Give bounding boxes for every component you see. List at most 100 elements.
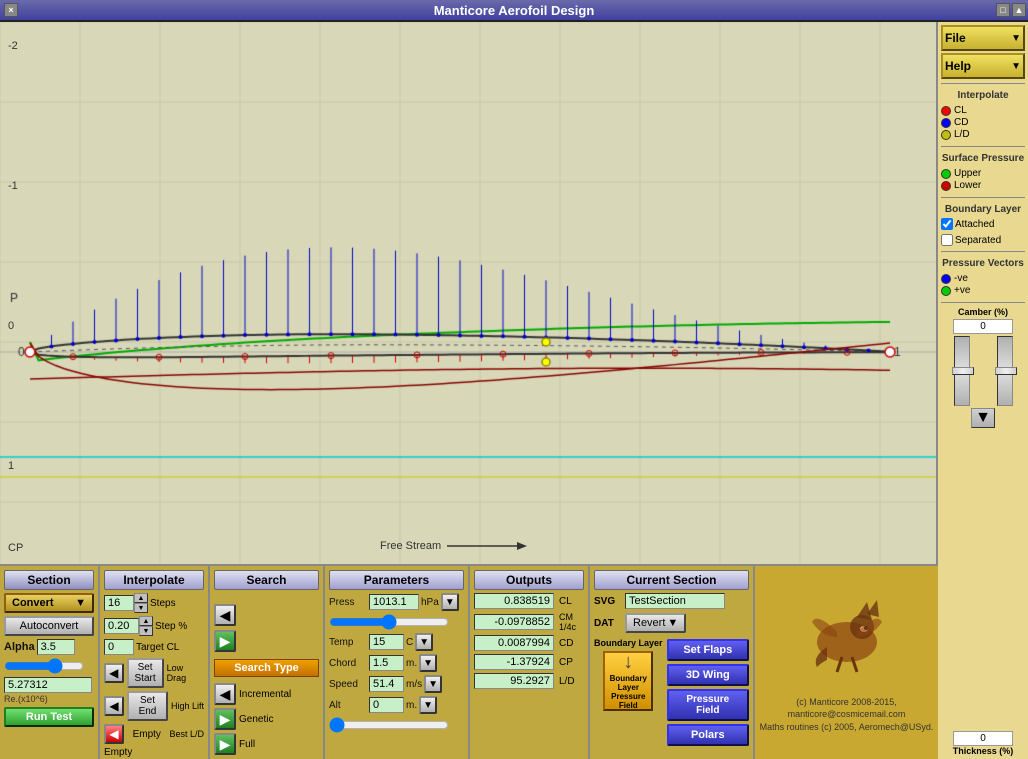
re-input[interactable] [4,677,92,693]
free-stream-label: Free Stream [380,538,527,554]
svg-input[interactable] [625,593,725,609]
pos-ve-label: +ve [954,285,970,296]
attached-checkbox[interactable] [941,218,953,230]
genetic-arrow-btn[interactable]: ▶ [214,708,236,730]
upper-legend-label: Upper [954,168,981,179]
pressure-field-btn[interactable]: Pressure Field [667,689,749,721]
help-btn[interactable]: Help ▼ [941,53,1025,79]
revert-arrow-icon: ▼ [667,617,678,629]
maximize-btn[interactable]: □ [996,3,1010,17]
neg-ve-label: -ve [954,273,968,284]
steps-row: ▲ ▼ Steps [104,593,204,613]
step-pct-input[interactable] [104,618,139,634]
set-start-btn[interactable]: Set Start [127,658,164,688]
arrow-left-btn3[interactable]: ◀ [104,724,124,744]
speed-unit: m/s [406,679,422,690]
alpha-row: Alpha [4,639,94,655]
polars-btn[interactable]: Polars [667,724,749,746]
step-pct-label: Step % [155,621,187,632]
run-test-btn[interactable]: Run Test [4,707,94,727]
step-pct-up-btn[interactable]: ▲ [139,616,153,626]
ld-legend-label: L/D [954,129,970,140]
full-arrow-btn[interactable]: ▶ [214,733,236,755]
search-type-label: Search Type [214,659,319,677]
chord-input[interactable] [369,655,404,671]
speed-input[interactable] [369,676,404,692]
out-cd-input [474,635,554,651]
steps-input[interactable] [104,595,134,611]
steps-up-btn[interactable]: ▲ [134,593,148,603]
lower-legend-label: Lower [954,180,981,191]
step-pct-down-btn[interactable]: ▼ [139,626,153,636]
arrow-left-btn1[interactable]: ◀ [104,663,124,683]
svg-label: SVG [594,596,622,607]
boundary-layer-section-label: Boundary Layer [941,204,1025,215]
steps-label: Steps [150,598,176,609]
temp-input[interactable] [369,634,404,650]
incremental-label: Incremental [239,689,291,700]
convert-btn[interactable]: Convert ▼ [4,593,94,613]
out-cd-label: CD [559,638,573,649]
restore-btn[interactable]: ▲ [1012,3,1026,17]
incremental-arrow-btn[interactable]: ◀ [214,683,236,705]
parameters-panel: Parameters Press hPa ▼ Temp C [325,566,470,759]
outputs-title: Outputs [474,570,584,590]
steps-down-btn[interactable]: ▼ [134,603,148,613]
pressure-vectors-label: Pressure Vectors [941,258,1025,269]
alt-arrow-btn[interactable]: ▼ [419,696,437,714]
y-label-minus2: -2 [8,40,18,52]
best-ld-label: Best L/D [169,729,204,739]
down-arrow-btn[interactable]: ▼ [971,408,995,428]
alt-input[interactable] [369,697,404,713]
out-cl-input [474,593,554,609]
alt-label: Alt [329,700,367,711]
y-label-minus1: -1 [8,180,18,192]
out-cl-label: CL [559,596,572,607]
camber-value[interactable] [953,319,1013,334]
alpha-slider[interactable] [4,658,84,674]
search-panel: Search ◀ ▶ Search Type [210,566,325,759]
autoconvert-btn[interactable]: Autoconvert [4,616,94,636]
outputs-panel: Outputs CL CM 1/4c CD [470,566,590,759]
camber-slider-thumb2[interactable] [995,367,1017,375]
temp-label: Temp [329,637,367,648]
temp-arrow-btn[interactable]: ▼ [415,633,433,651]
app-title: Manticore Aerofoil Design [434,3,595,18]
close-btn[interactable]: × [4,3,18,17]
press-arrow-btn[interactable]: ▼ [441,593,459,611]
speed-arrow-btn[interactable]: ▼ [424,675,442,693]
parameters-title: Parameters [329,570,464,590]
y-label-one: 1 [8,460,14,472]
search-arrow-btn2[interactable]: ▶ [214,630,236,652]
camber-slider-thumb[interactable] [952,367,974,375]
cp-label: CP [8,542,23,554]
bl-pressure-btn[interactable]: ↓ Boundary Layer Pressure Field [603,651,653,711]
alt-unit: m. [406,700,417,711]
genetic-label: Genetic [239,714,273,725]
thickness-label: Thickness (%) [941,746,1025,756]
set-end-btn[interactable]: Set End [127,691,168,721]
revert-btn[interactable]: Revert ▼ [625,613,686,633]
file-btn[interactable]: File ▼ [941,25,1025,51]
arrow-left-btn2[interactable]: ◀ [104,696,124,716]
out-cp-label: CP [559,657,573,668]
chord-arrow-btn[interactable]: ▼ [419,654,437,672]
alpha-slider-row [4,658,94,674]
cl-legend-label: CL [954,105,967,116]
press-slider[interactable] [329,614,449,630]
3d-wing-btn[interactable]: 3D Wing [667,664,749,686]
press-input[interactable] [369,594,419,610]
alpha-input[interactable] [37,639,75,655]
separated-checkbox[interactable] [941,234,953,246]
alt-slider[interactable] [329,717,449,733]
file-arrow-icon: ▼ [1011,33,1021,44]
camber-value2[interactable] [953,731,1013,746]
set-flaps-btn[interactable]: Set Flaps [667,639,749,661]
empty2-label: Empty [104,747,204,758]
title-bar: × Manticore Aerofoil Design □ ▲ [0,0,1028,22]
target-cl-input[interactable] [104,639,134,655]
target-cl-label: Target CL [136,642,179,653]
camber-slider-track [954,336,970,406]
press-unit: hPa [421,597,439,608]
search-arrow-btn1[interactable]: ◀ [214,604,236,626]
